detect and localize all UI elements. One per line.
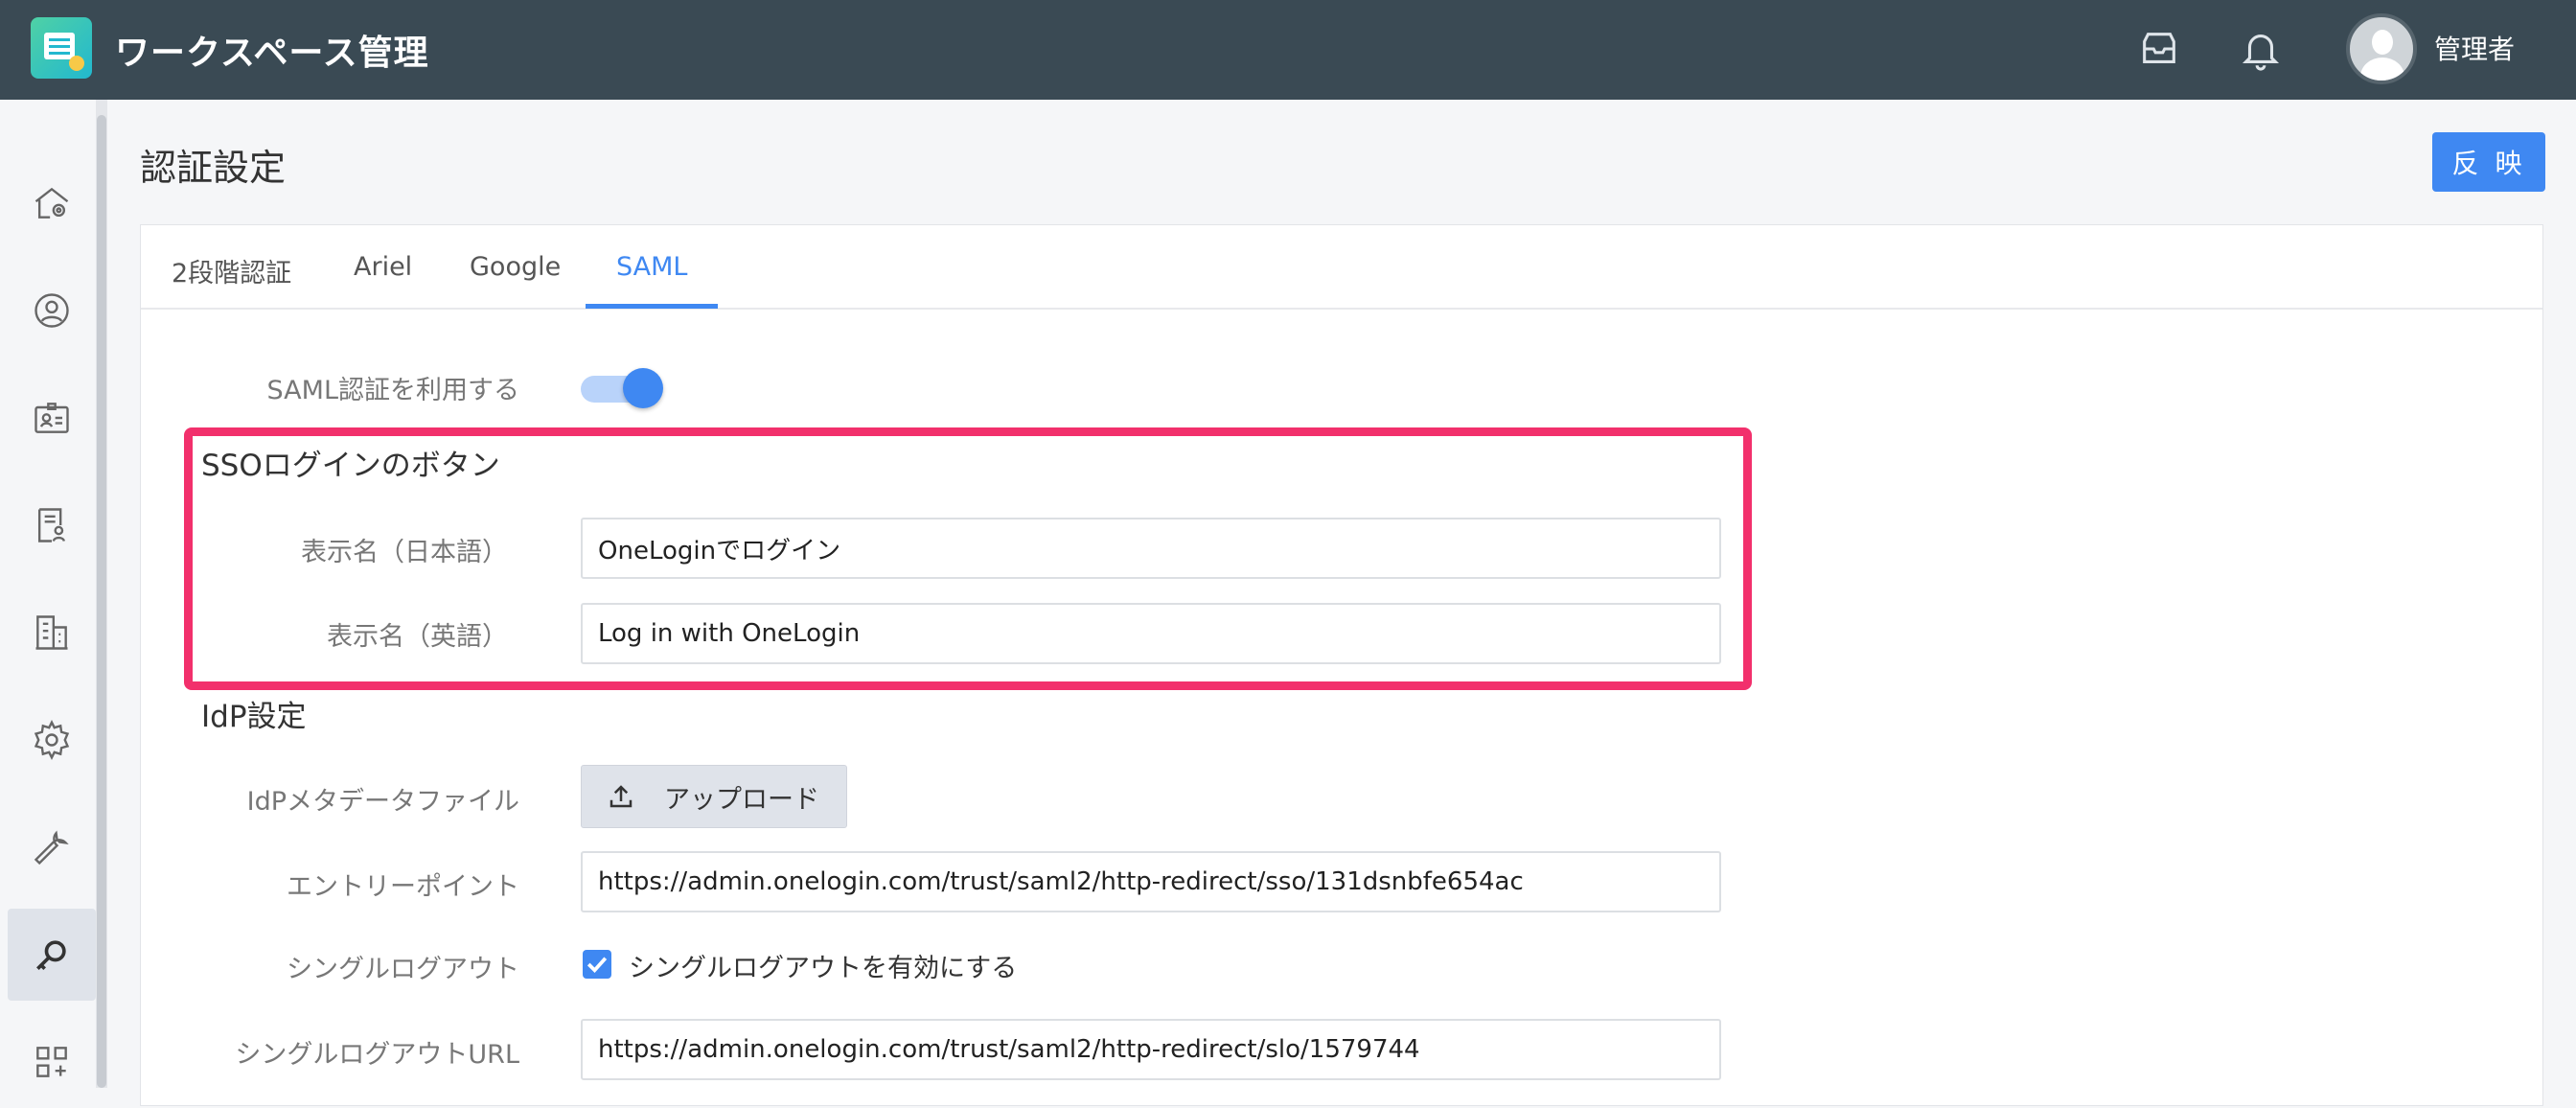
single-logout-checkbox-label[interactable]: シングルログアウトを有効にする: [629, 947, 1017, 984]
display-name-en-label: 表示名（英語）: [327, 622, 508, 652]
sidebar-item-authentication[interactable]: [8, 909, 96, 1001]
sidebar-item-users[interactable]: [8, 265, 96, 357]
key-search-icon: [36, 940, 66, 970]
tab-ariel[interactable]: Ariel: [354, 252, 412, 282]
idp-section-title: IdP設定: [201, 700, 307, 734]
document-user-icon: [37, 508, 66, 542]
apply-button[interactable]: 反 映: [2432, 132, 2545, 192]
tab-google[interactable]: Google: [470, 252, 561, 282]
checkmark-icon: [586, 957, 608, 973]
page-title: 認証設定: [140, 147, 287, 189]
single-logout-url-label: シングルログアウトURL: [235, 1040, 519, 1070]
upload-button-label: アップロード: [664, 784, 819, 815]
display-name-ja-input[interactable]: OneLoginでログイン: [581, 518, 1721, 579]
user-name[interactable]: 管理者: [2434, 29, 2515, 67]
sidebar-item-organization[interactable]: [8, 587, 96, 679]
tab-two-factor[interactable]: 2段階認証: [172, 252, 291, 289]
bell-icon[interactable]: [2239, 27, 2283, 71]
sidebar-item-home-settings[interactable]: [8, 157, 96, 249]
upload-icon: [610, 785, 632, 808]
sidebar-item-documents[interactable]: [8, 479, 96, 571]
apps-add-icon: [36, 1047, 67, 1077]
sidebar-item-settings[interactable]: [8, 694, 96, 786]
display-name-en-input[interactable]: Log in with OneLogin: [581, 603, 1721, 664]
sidebar-scrollbar-thumb[interactable]: [97, 115, 106, 1088]
single-logout-url-input[interactable]: https://admin.onelogin.com/trust/saml2/h…: [581, 1019, 1721, 1080]
sidebar-item-tools[interactable]: [8, 801, 96, 893]
user-circle-icon: [34, 293, 69, 328]
single-logout-label: シングルログアウト: [287, 955, 519, 984]
wrench-icon: [34, 830, 69, 866]
metadata-file-label: IdPメタデータファイル: [246, 787, 519, 817]
sidebar-item-members[interactable]: [8, 372, 96, 464]
inbox-icon[interactable]: [2137, 27, 2181, 71]
upload-button[interactable]: アップロード: [581, 765, 847, 828]
id-card-icon: [34, 403, 69, 433]
sidebar-item-apps[interactable]: [8, 1016, 96, 1108]
tab-saml[interactable]: SAML: [616, 252, 687, 282]
sso-section-title: SSOログインのボタン: [201, 449, 500, 483]
home-settings-icon: [34, 187, 69, 219]
app-logo-icon[interactable]: [31, 17, 92, 79]
app-title: ワークスペース管理: [115, 34, 429, 73]
display-name-ja-label: 表示名（日本語）: [301, 538, 508, 567]
entry-point-input[interactable]: https://admin.onelogin.com/trust/saml2/h…: [581, 851, 1721, 912]
single-logout-checkbox[interactable]: [583, 950, 611, 979]
saml-enable-label: SAML認証を利用する: [266, 376, 519, 405]
gear-icon: [34, 720, 70, 760]
building-icon: [35, 615, 68, 650]
avatar[interactable]: [2346, 13, 2417, 84]
saml-enable-toggle[interactable]: [581, 368, 663, 408]
entry-point-label: エントリーポイント: [287, 872, 519, 902]
tab-bar: 2段階認証 Ariel Google SAML: [141, 225, 2542, 310]
top-bar: ワークスペース管理 管理者: [0, 0, 2576, 100]
active-tab-indicator: [586, 304, 718, 309]
